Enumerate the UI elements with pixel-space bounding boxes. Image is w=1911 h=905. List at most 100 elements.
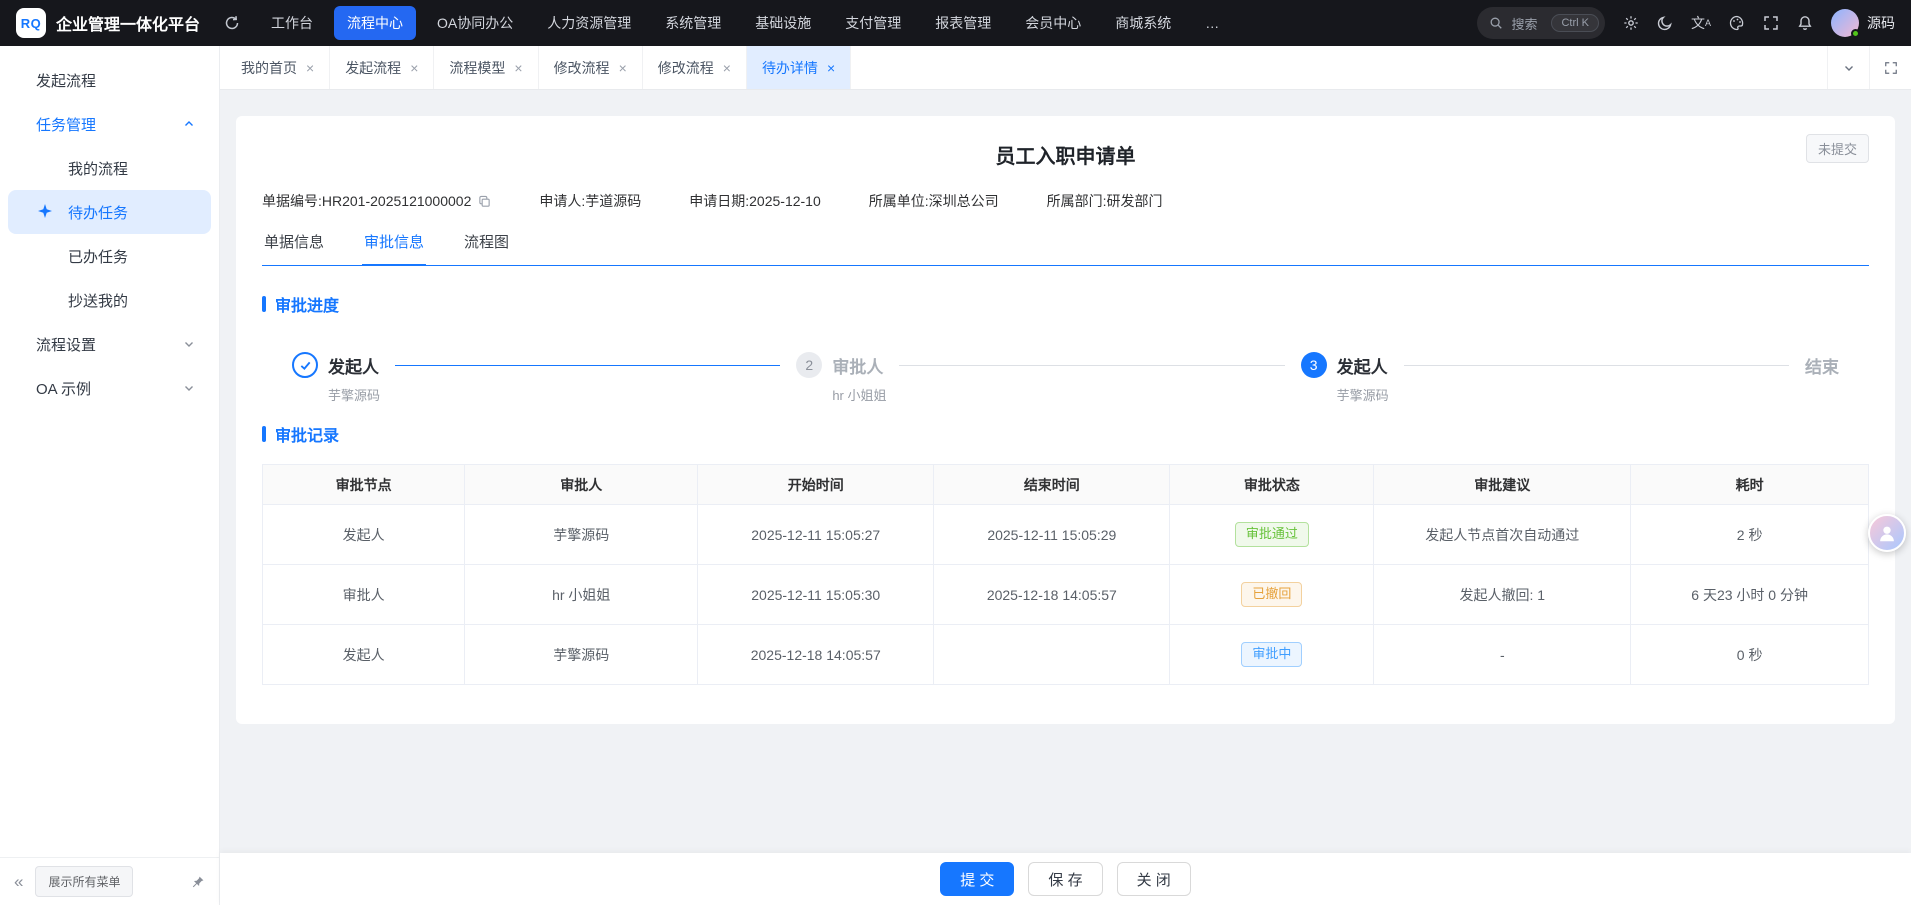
app-logo[interactable]: RQ 企业管理一体化平台 bbox=[16, 8, 200, 38]
collapse-sidebar-icon[interactable]: « bbox=[14, 873, 23, 890]
section-title: 审批记录 bbox=[275, 422, 339, 446]
status-tag-approved: 审批通过 bbox=[1235, 522, 1309, 546]
notification-bell-icon[interactable] bbox=[1797, 15, 1813, 31]
close-icon[interactable]: × bbox=[306, 61, 314, 75]
sidebar-group-process-settings[interactable]: 流程设置 bbox=[8, 322, 211, 366]
username: 源码 bbox=[1867, 13, 1895, 33]
status-badge: 未提交 bbox=[1806, 134, 1869, 163]
page-tab-home[interactable]: 我的首页 × bbox=[226, 46, 330, 89]
col-header-approver: 审批人 bbox=[465, 465, 698, 505]
page-tab-start-process[interactable]: 发起流程 × bbox=[330, 46, 434, 89]
save-button[interactable]: 保 存 bbox=[1028, 862, 1102, 896]
tab-document-info[interactable]: 单据信息 bbox=[262, 231, 326, 265]
close-icon[interactable]: × bbox=[827, 61, 835, 75]
step-assignee: 芋擎源码 bbox=[1337, 385, 1389, 404]
fullscreen-icon[interactable] bbox=[1763, 15, 1779, 31]
close-button[interactable]: 关 闭 bbox=[1117, 862, 1191, 896]
top-navbar: RQ 企业管理一体化平台 工作台 流程中心 OA协同办公 人力资源管理 系统管理… bbox=[0, 0, 1911, 46]
dark-mode-icon[interactable] bbox=[1657, 15, 1673, 31]
tab-list-chevron-icon[interactable] bbox=[1827, 46, 1869, 89]
approval-records-table: 审批节点 审批人 开始时间 结束时间 审批状态 审批建议 耗时 bbox=[262, 464, 1869, 685]
tab-label: 待办详情 bbox=[762, 58, 818, 78]
cell-node: 发起人 bbox=[263, 625, 465, 685]
nav-item-mall[interactable]: 商城系统 bbox=[1102, 6, 1184, 40]
step-assignee: 芋擎源码 bbox=[328, 385, 380, 404]
page-tab-process-model[interactable]: 流程模型 × bbox=[434, 46, 538, 89]
sidebar: 发起流程 任务管理 我的流程 待办任务 bbox=[0, 46, 220, 905]
nav-item-oa[interactable]: OA协同办公 bbox=[424, 6, 526, 40]
approval-detail-card: 未提交 员工入职申请单 单据编号 : HR201-2025121000002 申… bbox=[236, 116, 1895, 724]
nav-item-process-center[interactable]: 流程中心 bbox=[334, 6, 416, 40]
settings-icon[interactable] bbox=[1623, 15, 1639, 31]
page-tab-todo-detail[interactable]: 待办详情 × bbox=[747, 46, 851, 89]
tab-flow-chart[interactable]: 流程图 bbox=[462, 231, 511, 265]
cell-end-time: 2025-12-18 14:05:57 bbox=[934, 565, 1170, 625]
cell-end-time bbox=[934, 625, 1170, 685]
main-area: 我的首页 × 发起流程 × 流程模型 × 修改流程 × 修改流程 × bbox=[220, 46, 1911, 905]
tab-label: 修改流程 bbox=[554, 58, 610, 78]
navbar-right-cluster: 搜索 Ctrl K 文A 源码 bbox=[1477, 7, 1895, 39]
page-content: 未提交 员工入职申请单 单据编号 : HR201-2025121000002 申… bbox=[220, 90, 1911, 853]
sidebar-item-start-process[interactable]: 发起流程 bbox=[8, 58, 211, 102]
detail-tabs: 单据信息 审批信息 流程图 bbox=[262, 231, 1869, 266]
search-icon bbox=[1489, 16, 1503, 30]
app-title: 企业管理一体化平台 bbox=[56, 11, 200, 35]
page-tab-edit-process-1[interactable]: 修改流程 × bbox=[539, 46, 643, 89]
tab-label: 修改流程 bbox=[658, 58, 714, 78]
table-row: 审批人 hr 小姐姐 2025-12-11 15:05:30 2025-12-1… bbox=[263, 565, 1869, 625]
col-header-end-time: 结束时间 bbox=[934, 465, 1170, 505]
assistant-avatar[interactable] bbox=[1868, 514, 1906, 552]
sidebar-group-task-management[interactable]: 任务管理 bbox=[8, 102, 211, 146]
meta-label: 申请人 bbox=[539, 191, 581, 211]
cell-node: 审批人 bbox=[263, 565, 465, 625]
language-icon[interactable]: 文A bbox=[1691, 16, 1711, 30]
cell-duration: 2 秒 bbox=[1631, 505, 1869, 565]
page-tabbar: 我的首页 × 发起流程 × 流程模型 × 修改流程 × 修改流程 × bbox=[220, 46, 1911, 90]
palette-icon[interactable] bbox=[1729, 15, 1745, 31]
nav-item-member[interactable]: 会员中心 bbox=[1012, 6, 1094, 40]
step-approver-wait[interactable]: 2 审批人 hr 小姐姐 bbox=[796, 352, 883, 378]
content-fullscreen-icon[interactable] bbox=[1869, 46, 1911, 89]
nav-item-pay[interactable]: 支付管理 bbox=[832, 6, 914, 40]
online-status-dot bbox=[1851, 29, 1860, 38]
close-icon[interactable]: × bbox=[619, 61, 627, 75]
cell-status: 审批中 bbox=[1170, 625, 1374, 685]
sidebar-item-todo-tasks[interactable]: 待办任务 bbox=[8, 190, 211, 234]
sidebar-group-oa-examples[interactable]: OA 示例 bbox=[8, 366, 211, 410]
nav-item-system[interactable]: 系统管理 bbox=[652, 6, 734, 40]
step-initiator-done[interactable]: 发起人 芋擎源码 bbox=[292, 352, 379, 378]
sidebar-item-cc-me[interactable]: 抄送我的 bbox=[8, 278, 211, 322]
nav-item-more[interactable]: … bbox=[1192, 8, 1232, 38]
nav-item-hr[interactable]: 人力资源管理 bbox=[534, 6, 644, 40]
user-menu[interactable]: 源码 bbox=[1831, 9, 1895, 37]
pin-icon[interactable] bbox=[191, 875, 205, 889]
submit-button[interactable]: 提 交 bbox=[940, 862, 1014, 896]
copy-icon[interactable] bbox=[478, 195, 491, 208]
sidebar-item-my-processes[interactable]: 我的流程 bbox=[8, 146, 211, 190]
refresh-icon[interactable] bbox=[224, 15, 240, 31]
meta-value: HR201-2025121000002 bbox=[322, 193, 471, 209]
step-initiator-current[interactable]: 3 发起人 芋擎源码 bbox=[1301, 352, 1388, 378]
show-all-menus-button[interactable]: 展示所有菜单 bbox=[35, 866, 133, 897]
sidebar-item-done-tasks[interactable]: 已办任务 bbox=[8, 234, 211, 278]
nav-item-report[interactable]: 报表管理 bbox=[922, 6, 1004, 40]
cell-comment: - bbox=[1374, 625, 1631, 685]
chevron-down-icon bbox=[183, 338, 195, 350]
step-end: 结束 bbox=[1805, 353, 1839, 378]
close-icon[interactable]: × bbox=[723, 61, 731, 75]
search-input[interactable]: 搜索 Ctrl K bbox=[1477, 7, 1605, 39]
body-row: 发起流程 任务管理 我的流程 待办任务 bbox=[0, 46, 1911, 905]
status-tag-withdrawn: 已撤回 bbox=[1241, 582, 1302, 606]
close-icon[interactable]: × bbox=[514, 61, 522, 75]
nav-item-workbench[interactable]: 工作台 bbox=[258, 6, 326, 40]
close-icon[interactable]: × bbox=[410, 61, 418, 75]
meta-company: 所属单位 : 深圳总公司 bbox=[869, 191, 999, 211]
tab-approval-info[interactable]: 审批信息 bbox=[362, 231, 426, 266]
cell-duration: 0 秒 bbox=[1631, 625, 1869, 685]
col-header-status: 审批状态 bbox=[1170, 465, 1374, 505]
nav-item-infra[interactable]: 基础设施 bbox=[742, 6, 824, 40]
cell-duration: 6 天23 小时 0 分钟 bbox=[1631, 565, 1869, 625]
meta-value: 芋道源码 bbox=[585, 191, 641, 211]
sidebar-item-label: 我的流程 bbox=[68, 158, 128, 179]
page-tab-edit-process-2[interactable]: 修改流程 × bbox=[643, 46, 747, 89]
